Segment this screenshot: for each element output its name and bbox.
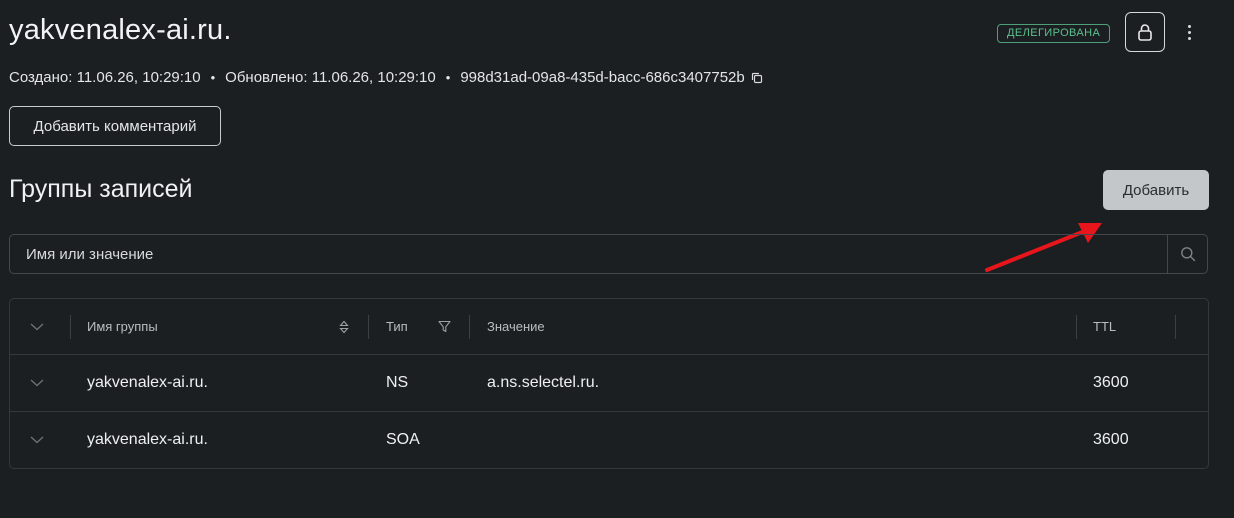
section-title: Группы записей — [9, 175, 193, 203]
cell-name: yakvenalex-ai.ru. — [87, 431, 208, 448]
cell-ttl: 3600 — [1093, 374, 1129, 391]
zone-meta: Создано: 11.06.26, 10:29:10 • Обновлено:… — [9, 69, 763, 86]
chevron-down-icon — [30, 436, 44, 444]
lock-icon — [1138, 24, 1152, 41]
cell-type-wrapper: SOA — [386, 412, 420, 468]
add-comment-button[interactable]: Добавить комментарий — [9, 106, 221, 146]
copy-icon[interactable] — [751, 72, 763, 84]
table-header: Имя группы Тип Значение TTL — [10, 299, 1208, 355]
column-header-ttl-wrapper: TTL — [1093, 299, 1116, 354]
created-timestamp: Создано: 11.06.26, 10:29:10 — [9, 69, 201, 86]
table-row[interactable]: yakvenalex-ai.ru. NS a.ns.selectel.ru. 3… — [10, 355, 1208, 412]
column-header-value-wrapper: Значение — [487, 299, 545, 354]
cell-ttl-wrapper: 3600 — [1093, 412, 1129, 468]
chevron-down-icon — [30, 323, 44, 330]
expand-row-toggle[interactable] — [30, 412, 44, 468]
expand-row-toggle[interactable] — [30, 355, 44, 411]
filter-button[interactable] — [438, 299, 451, 354]
cell-type: NS — [386, 374, 409, 391]
table-row[interactable]: yakvenalex-ai.ru. SOA 3600 — [10, 412, 1208, 468]
column-header-name: Имя группы — [87, 319, 158, 334]
sort-icon — [339, 320, 349, 333]
record-groups-table: Имя группы Тип Значение TTL yakvenalex-a… — [9, 298, 1209, 469]
sort-button[interactable] — [339, 299, 349, 354]
zone-id: 998d31ad-09a8-435d-bacc-686c3407752b — [460, 69, 745, 86]
cell-type: SOA — [386, 431, 420, 448]
column-separator — [1175, 315, 1176, 339]
cell-ttl-wrapper: 3600 — [1093, 355, 1129, 411]
column-separator — [368, 315, 369, 339]
kebab-dot — [1187, 36, 1191, 40]
column-header-type-wrapper: Тип — [386, 299, 408, 354]
search-button[interactable] — [1167, 235, 1207, 273]
column-separator — [469, 315, 470, 339]
dns-zone-page: yakvenalex-ai.ru. ДЕЛЕГИРОВАНА Создано: … — [0, 0, 1234, 518]
cell-type-wrapper: NS — [386, 355, 408, 411]
kebab-icon — [1187, 24, 1191, 28]
cell-ttl: 3600 — [1093, 431, 1129, 448]
more-menu-button[interactable] — [1179, 20, 1199, 44]
search-bar — [9, 234, 1208, 274]
cell-value: a.ns.selectel.ru. — [487, 374, 600, 391]
meta-separator: • — [445, 70, 451, 85]
column-header-value: Значение — [487, 319, 545, 334]
page-title: yakvenalex-ai.ru. — [9, 14, 232, 46]
meta-separator: • — [210, 70, 216, 85]
column-header-name-wrapper: Имя группы — [87, 299, 158, 354]
filter-icon — [438, 320, 451, 333]
cell-value-wrapper: a.ns.selectel.ru. — [487, 355, 599, 411]
column-header-type: Тип — [386, 319, 408, 334]
add-record-group-button[interactable]: Добавить — [1103, 170, 1209, 210]
column-separator — [70, 315, 71, 339]
lock-button[interactable] — [1125, 12, 1165, 52]
search-input[interactable] — [10, 235, 1167, 273]
updated-timestamp: Обновлено: 11.06.26, 10:29:10 — [225, 69, 436, 86]
kebab-dot — [1187, 30, 1191, 34]
search-icon — [1180, 247, 1195, 262]
column-header-ttl: TTL — [1093, 319, 1117, 334]
expand-all-toggle[interactable] — [30, 299, 44, 354]
column-separator — [1076, 315, 1077, 339]
status-badge: ДЕЛЕГИРОВАНА — [997, 24, 1111, 43]
cell-name: yakvenalex-ai.ru. — [87, 374, 208, 391]
cell-name-wrapper: yakvenalex-ai.ru. — [87, 412, 208, 468]
chevron-down-icon — [30, 379, 44, 387]
cell-name-wrapper: yakvenalex-ai.ru. — [87, 355, 208, 411]
